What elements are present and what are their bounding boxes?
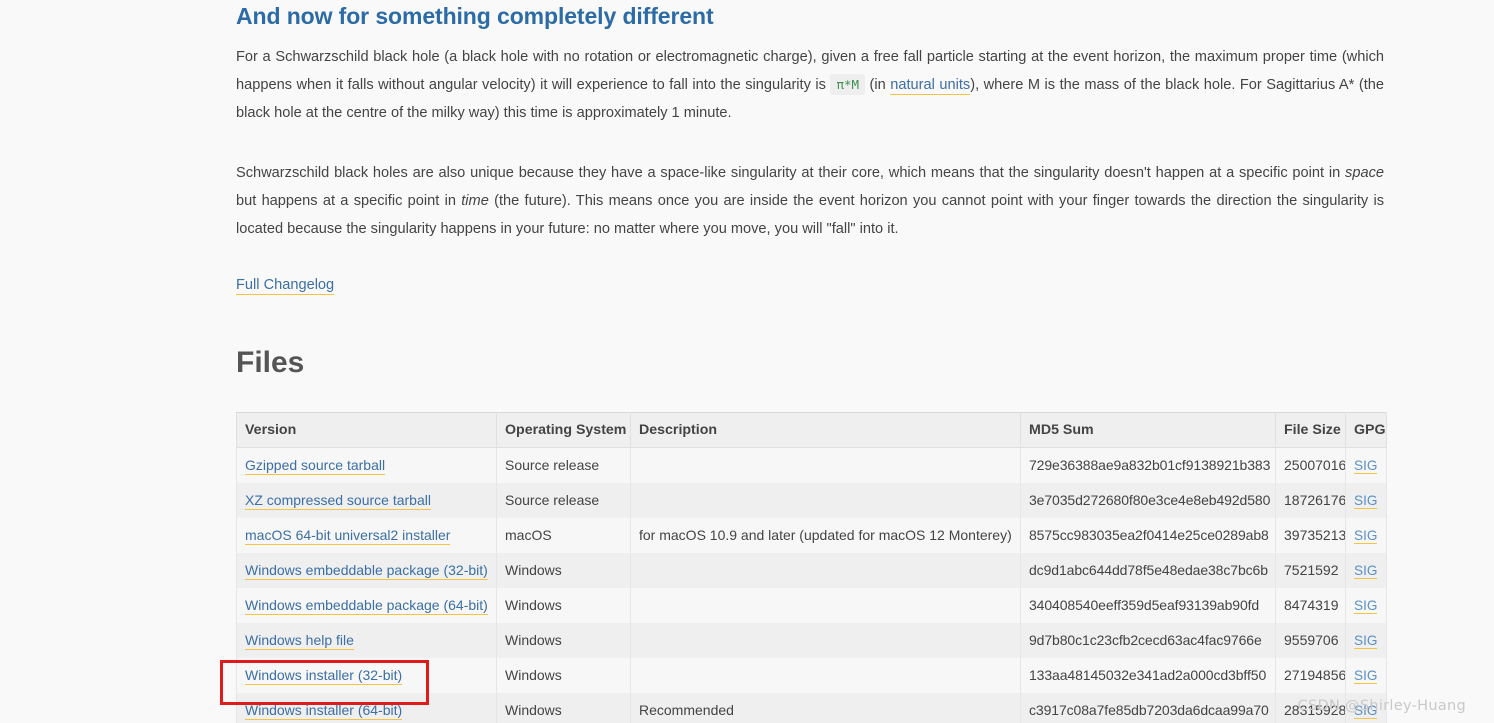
cell-os: Windows [496, 622, 631, 658]
paragraph-schwarzschild: For a Schwarzschild black hole (a black … [236, 43, 1384, 127]
sig-link[interactable]: SIG [1354, 493, 1378, 509]
cell-filesize: 7521592 [1275, 552, 1346, 588]
cell-os: Windows [496, 692, 631, 723]
cell-filesize: 8474319 [1275, 587, 1346, 623]
file-download-link[interactable]: Windows embeddable package (64-bit) [245, 597, 488, 615]
sig-link[interactable]: SIG [1354, 528, 1378, 544]
file-download-link[interactable]: XZ compressed source tarball [245, 492, 431, 510]
cell-os: macOS [496, 517, 631, 553]
cell-md5: 133aa48145032e341ad2a000cd3bff50 [1020, 657, 1276, 693]
paragraph1-part2: (in [865, 77, 891, 93]
cell-description [630, 622, 1021, 658]
cell-filesize: 27194856 [1275, 657, 1346, 693]
cell-description [630, 552, 1021, 588]
emphasis-time: time [461, 193, 489, 209]
changelog-link-wrapper: Full Changelog [236, 275, 1384, 295]
cell-os: Source release [496, 482, 631, 518]
cell-version: Windows installer (64-bit) [236, 692, 497, 723]
cell-description: for macOS 10.9 and later (updated for ma… [630, 517, 1021, 553]
cell-filesize: 18726176 [1275, 482, 1346, 518]
cell-md5: 8575cc983035ea2f0414e25ce0289ab8 [1020, 517, 1276, 553]
cell-md5: c3917c08a7fe85db7203da6dcaa99a70 [1020, 692, 1276, 723]
cell-description [630, 587, 1021, 623]
cell-gpg: SIG [1345, 447, 1387, 483]
cell-version: Gzipped source tarball [236, 447, 497, 483]
column-header-version[interactable]: Version [236, 412, 497, 448]
column-header-filesize[interactable]: File Size [1275, 412, 1346, 448]
cell-version: XZ compressed source tarball [236, 482, 497, 518]
file-download-link[interactable]: Windows installer (32-bit) [245, 667, 403, 685]
cell-version: macOS 64-bit universal2 installer [236, 517, 497, 553]
sig-link[interactable]: SIG [1354, 633, 1378, 649]
paragraph-singularity: Schwarzschild black holes are also uniqu… [236, 159, 1384, 243]
files-table-body: Gzipped source tarball Source release 72… [236, 447, 1387, 723]
table-row: Gzipped source tarball Source release 72… [236, 447, 1387, 483]
table-row-highlighted: Windows installer (64-bit) Windows Recom… [236, 692, 1387, 723]
full-changelog-link[interactable]: Full Changelog [236, 277, 335, 295]
cell-os: Windows [496, 587, 631, 623]
sig-link[interactable]: SIG [1354, 563, 1378, 579]
sig-link[interactable]: SIG [1354, 598, 1378, 614]
cell-description [630, 447, 1021, 483]
cell-md5: 3e7035d272680f80e3ce4e8eb492d580 [1020, 482, 1276, 518]
cell-description [630, 482, 1021, 518]
cell-os: Source release [496, 447, 631, 483]
file-download-link[interactable]: Gzipped source tarball [245, 457, 386, 476]
cell-gpg: SIG [1345, 517, 1387, 553]
natural-units-link[interactable]: natural units [890, 77, 971, 95]
cell-md5: 729e36388ae9a832b01cf9138921b383 [1020, 447, 1276, 483]
table-header-row: Version Operating System Description MD5… [236, 412, 1387, 448]
cell-md5: dc9d1abc644dd78f5e48edae38c7bc6b [1020, 552, 1276, 588]
cell-md5: 9d7b80c1c23cfb2cecd63ac4fac9766e [1020, 622, 1276, 658]
paragraph2-part1: Schwarzschild black holes are also uniqu… [236, 165, 1346, 181]
sig-link[interactable]: SIG [1354, 458, 1378, 475]
emphasis-space: space [1345, 165, 1384, 181]
cell-version: Windows embeddable package (64-bit) [236, 587, 497, 623]
table-row: Windows help file Windows 9d7b80c1c23cfb… [236, 622, 1387, 658]
file-download-link-windows-installer-64[interactable]: Windows installer (64-bit) [245, 702, 403, 720]
table-row: Windows installer (32-bit) Windows 133aa… [236, 657, 1387, 693]
files-table-header: Version Operating System Description MD5… [236, 412, 1387, 448]
cell-gpg: SIG [1345, 552, 1387, 588]
file-download-link[interactable]: Windows embeddable package (32-bit) [245, 562, 488, 580]
table-row: Windows embeddable package (32-bit) Wind… [236, 552, 1387, 588]
cell-gpg: SIG [1345, 657, 1387, 693]
page-title: And now for something completely differe… [236, 3, 714, 29]
column-header-os[interactable]: Operating System [496, 412, 631, 448]
file-download-link[interactable]: Windows help file [245, 632, 354, 650]
column-header-gpg[interactable]: GPG [1345, 412, 1387, 448]
cell-filesize: 25007016 [1275, 447, 1346, 483]
table-row: macOS 64-bit universal2 installer macOS … [236, 517, 1387, 553]
cell-version: Windows help file [236, 622, 497, 658]
cell-version: Windows embeddable package (32-bit) [236, 552, 497, 588]
column-header-md5[interactable]: MD5 Sum [1020, 412, 1276, 448]
page-root: And now for something completely differe… [0, 0, 1494, 723]
cell-gpg: SIG [1345, 482, 1387, 518]
watermark-text: CSDN @Shirley-Huang [1297, 698, 1466, 714]
cell-filesize: 9559706 [1275, 622, 1346, 658]
cell-os: Windows [496, 657, 631, 693]
paragraph2-part2: but happens at a specific point in [236, 193, 462, 209]
inline-code-pi-m: π*M [830, 74, 866, 95]
table-row: Windows embeddable package (64-bit) Wind… [236, 587, 1387, 623]
cell-gpg: SIG [1345, 587, 1387, 623]
cell-filesize: 39735213 [1275, 517, 1346, 553]
file-download-link[interactable]: macOS 64-bit universal2 installer [245, 527, 451, 545]
table-row: XZ compressed source tarball Source rele… [236, 482, 1387, 518]
cell-gpg: SIG [1345, 622, 1387, 658]
cell-description: Recommended [630, 692, 1021, 723]
cell-version: Windows installer (32-bit) [236, 657, 497, 693]
cell-description [630, 657, 1021, 693]
sig-link[interactable]: SIG [1354, 668, 1378, 684]
files-heading: Files [236, 346, 305, 379]
article-content: And now for something completely differe… [236, 0, 1387, 723]
cell-md5: 340408540eeff359d5eaf93139ab90fd [1020, 587, 1276, 623]
column-header-description[interactable]: Description [630, 412, 1021, 448]
cell-os: Windows [496, 552, 631, 588]
files-table: Version Operating System Description MD5… [236, 412, 1387, 723]
